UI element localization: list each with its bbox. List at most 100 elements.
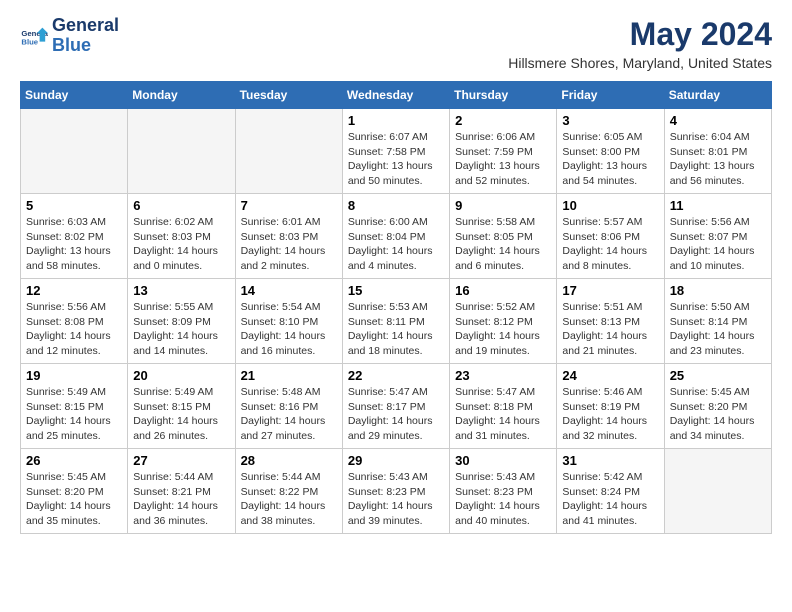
calendar-cell: 3 Sunrise: 6:05 AMSunset: 8:00 PMDaylight…	[557, 109, 664, 194]
day-number: 8	[348, 198, 444, 213]
day-number: 3	[562, 113, 658, 128]
calendar-cell: 24 Sunrise: 5:46 AMSunset: 8:19 PMDayligh…	[557, 364, 664, 449]
day-number: 13	[133, 283, 229, 298]
day-info: Sunrise: 5:50 AMSunset: 8:14 PMDaylight:…	[670, 300, 766, 359]
calendar-cell: 26Sunrise: 5:45 AMSunset: 8:20 PMDayligh…	[21, 449, 128, 534]
day-number: 5	[26, 198, 122, 213]
calendar-table: SundayMondayTuesdayWednesdayThursdayFrid…	[20, 81, 772, 534]
day-number: 23	[455, 368, 551, 383]
svg-text:Blue: Blue	[21, 37, 38, 46]
calendar-cell: 14 Sunrise: 5:54 AMSunset: 8:10 PMDayligh…	[235, 279, 342, 364]
weekday-header-saturday: Saturday	[664, 82, 771, 109]
main-title: May 2024	[508, 16, 772, 53]
calendar-cell: 13 Sunrise: 5:55 AMSunset: 8:09 PMDayligh…	[128, 279, 235, 364]
calendar-cell: 15 Sunrise: 5:53 AMSunset: 8:11 PMDayligh…	[342, 279, 449, 364]
calendar-cell	[128, 109, 235, 194]
day-number: 14	[241, 283, 337, 298]
title-area: May 2024 Hillsmere Shores, Maryland, Uni…	[508, 16, 772, 71]
day-info: Sunrise: 5:49 AMSunset: 8:15 PMDaylight:…	[133, 385, 229, 444]
calendar-cell: 25 Sunrise: 5:45 AMSunset: 8:20 PMDayligh…	[664, 364, 771, 449]
weekday-header-thursday: Thursday	[450, 82, 557, 109]
calendar-cell: 11 Sunrise: 5:56 AMSunset: 8:07 PMDayligh…	[664, 194, 771, 279]
calendar-cell: 18Sunrise: 5:50 AMSunset: 8:14 PMDayligh…	[664, 279, 771, 364]
calendar-cell: 30Sunrise: 5:43 AMSunset: 8:23 PMDayligh…	[450, 449, 557, 534]
day-info: Sunrise: 6:01 AMSunset: 8:03 PMDaylight:…	[241, 215, 337, 274]
day-info: Sunrise: 5:46 AMSunset: 8:19 PMDaylight:…	[562, 385, 658, 444]
day-number: 29	[348, 453, 444, 468]
day-info: Sunrise: 6:03 AMSunset: 8:02 PMDaylight:…	[26, 215, 122, 274]
day-number: 2	[455, 113, 551, 128]
day-number: 30	[455, 453, 551, 468]
day-number: 28	[241, 453, 337, 468]
calendar-cell: 12Sunrise: 5:56 AMSunset: 8:08 PMDayligh…	[21, 279, 128, 364]
day-info: Sunrise: 5:51 AMSunset: 8:13 PMDaylight:…	[562, 300, 658, 359]
logo-text: General Blue	[52, 16, 119, 56]
logo-line2: Blue	[52, 36, 119, 56]
day-info: Sunrise: 5:44 AMSunset: 8:21 PMDaylight:…	[133, 470, 229, 529]
day-info: Sunrise: 5:55 AMSunset: 8:09 PMDaylight:…	[133, 300, 229, 359]
calendar-cell	[235, 109, 342, 194]
logo: General Blue General Blue	[20, 16, 119, 56]
calendar-cell: 1Sunrise: 6:07 AMSunset: 7:58 PMDaylight…	[342, 109, 449, 194]
weekday-header-wednesday: Wednesday	[342, 82, 449, 109]
day-info: Sunrise: 5:48 AMSunset: 8:16 PMDaylight:…	[241, 385, 337, 444]
day-number: 19	[26, 368, 122, 383]
calendar-cell: 10 Sunrise: 5:57 AMSunset: 8:06 PMDayligh…	[557, 194, 664, 279]
day-number: 24	[562, 368, 658, 383]
day-number: 1	[348, 113, 444, 128]
day-info: Sunrise: 5:43 AMSunset: 8:23 PMDaylight:…	[348, 470, 444, 529]
day-number: 4	[670, 113, 766, 128]
day-number: 10	[562, 198, 658, 213]
day-number: 16	[455, 283, 551, 298]
calendar-cell: 22 Sunrise: 5:47 AMSunset: 8:17 PMDayligh…	[342, 364, 449, 449]
calendar-cell: 27 Sunrise: 5:44 AMSunset: 8:21 PMDayligh…	[128, 449, 235, 534]
day-info: Sunrise: 5:58 AMSunset: 8:05 PMDaylight:…	[455, 215, 551, 274]
day-info: Sunrise: 5:47 AMSunset: 8:17 PMDaylight:…	[348, 385, 444, 444]
week-row-1: 1Sunrise: 6:07 AMSunset: 7:58 PMDaylight…	[21, 109, 772, 194]
day-number: 27	[133, 453, 229, 468]
calendar-cell: 23 Sunrise: 5:47 AMSunset: 8:18 PMDayligh…	[450, 364, 557, 449]
day-info: Sunrise: 5:54 AMSunset: 8:10 PMDaylight:…	[241, 300, 337, 359]
day-info: Sunrise: 5:45 AMSunset: 8:20 PMDaylight:…	[26, 470, 122, 529]
day-info: Sunrise: 6:05 AMSunset: 8:00 PMDaylight:…	[562, 130, 658, 189]
calendar-cell: 31 Sunrise: 5:42 AMSunset: 8:24 PMDayligh…	[557, 449, 664, 534]
day-info: Sunrise: 5:42 AMSunset: 8:24 PMDaylight:…	[562, 470, 658, 529]
calendar-cell: 4 Sunrise: 6:04 AMSunset: 8:01 PMDaylight…	[664, 109, 771, 194]
weekday-header-monday: Monday	[128, 82, 235, 109]
calendar-cell: 19 Sunrise: 5:49 AMSunset: 8:15 PMDayligh…	[21, 364, 128, 449]
weekday-header-friday: Friday	[557, 82, 664, 109]
day-info: Sunrise: 5:45 AMSunset: 8:20 PMDaylight:…	[670, 385, 766, 444]
week-row-5: 26Sunrise: 5:45 AMSunset: 8:20 PMDayligh…	[21, 449, 772, 534]
day-info: Sunrise: 6:04 AMSunset: 8:01 PMDaylight:…	[670, 130, 766, 189]
calendar-cell: 9Sunrise: 5:58 AMSunset: 8:05 PMDaylight…	[450, 194, 557, 279]
calendar-cell: 28 Sunrise: 5:44 AMSunset: 8:22 PMDayligh…	[235, 449, 342, 534]
day-number: 25	[670, 368, 766, 383]
day-info: Sunrise: 5:49 AMSunset: 8:15 PMDaylight:…	[26, 385, 122, 444]
day-number: 6	[133, 198, 229, 213]
day-number: 7	[241, 198, 337, 213]
day-info: Sunrise: 5:44 AMSunset: 8:22 PMDaylight:…	[241, 470, 337, 529]
day-info: Sunrise: 5:52 AMSunset: 8:12 PMDaylight:…	[455, 300, 551, 359]
logo-icon: General Blue	[20, 22, 48, 50]
calendar-cell: 21Sunrise: 5:48 AMSunset: 8:16 PMDayligh…	[235, 364, 342, 449]
day-info: Sunrise: 5:53 AMSunset: 8:11 PMDaylight:…	[348, 300, 444, 359]
calendar-cell	[21, 109, 128, 194]
week-row-2: 5 Sunrise: 6:03 AMSunset: 8:02 PMDaylight…	[21, 194, 772, 279]
day-number: 11	[670, 198, 766, 213]
calendar-cell: 20Sunrise: 5:49 AMSunset: 8:15 PMDayligh…	[128, 364, 235, 449]
day-number: 22	[348, 368, 444, 383]
weekday-header-row: SundayMondayTuesdayWednesdayThursdayFrid…	[21, 82, 772, 109]
day-number: 15	[348, 283, 444, 298]
day-info: Sunrise: 5:47 AMSunset: 8:18 PMDaylight:…	[455, 385, 551, 444]
day-number: 31	[562, 453, 658, 468]
subtitle: Hillsmere Shores, Maryland, United State…	[508, 55, 772, 71]
day-info: Sunrise: 6:00 AMSunset: 8:04 PMDaylight:…	[348, 215, 444, 274]
calendar-cell: 17 Sunrise: 5:51 AMSunset: 8:13 PMDayligh…	[557, 279, 664, 364]
day-number: 17	[562, 283, 658, 298]
calendar-cell: 7 Sunrise: 6:01 AMSunset: 8:03 PMDaylight…	[235, 194, 342, 279]
calendar-cell	[664, 449, 771, 534]
day-info: Sunrise: 5:56 AMSunset: 8:07 PMDaylight:…	[670, 215, 766, 274]
logo-line1: General	[52, 16, 119, 36]
week-row-4: 19 Sunrise: 5:49 AMSunset: 8:15 PMDayligh…	[21, 364, 772, 449]
day-info: Sunrise: 5:57 AMSunset: 8:06 PMDaylight:…	[562, 215, 658, 274]
